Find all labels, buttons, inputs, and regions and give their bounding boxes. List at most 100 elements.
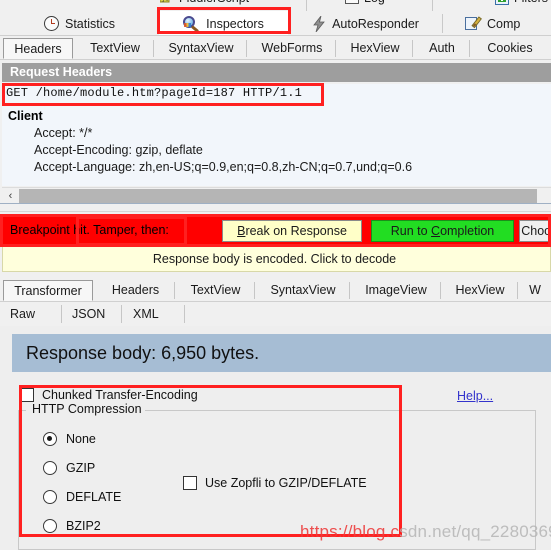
request-headers-list[interactable]: Client Accept: */* Accept-Encoding: gzip… [2,105,551,186]
tab-resp-headers[interactable]: Headers [96,280,175,301]
radio-icon[interactable] [43,519,57,533]
tab-req-cookies-label: Cookies [487,41,533,55]
tab-statistics[interactable]: Statistics [0,11,159,36]
tab-req-auth-label: Auth [429,41,455,55]
request-line-field[interactable]: GET /home/module.htm?pageId=187 HTTP/1.1 [2,84,551,105]
use-zopfli-label: Use Zopfli to GZIP/DEFLATE [205,476,367,490]
top-tab-log-label: Log [364,0,385,5]
filters-icon [495,0,509,5]
tab-inspectors[interactable]: Inspectors [159,11,288,36]
tab-resp-webview[interactable]: W [519,280,551,301]
tab-divider [121,305,122,323]
response-encoded-notice[interactable]: Response body is encoded. Click to decod… [2,246,551,272]
tab-resp-imageview[interactable]: ImageView [351,280,441,301]
request-headers-hscrollbar[interactable]: ‹ [2,187,551,203]
tab-statistics-label: Statistics [64,16,115,31]
scroll-left-arrow-icon[interactable]: ‹ [2,188,19,204]
js-script-icon: js [159,0,174,5]
tab-divider [432,0,433,11]
tab-req-cookies[interactable]: Cookies [471,38,549,59]
tab-req-headers-label: Headers [14,42,62,56]
tab-format-json-label: JSON [72,307,106,321]
tab-resp-syntaxview[interactable]: SyntaxView [256,280,350,301]
response-format-tabs: Raw JSON XML [0,302,551,326]
groupbox-border [18,410,26,411]
tab-resp-hexview[interactable]: HexView [442,280,518,301]
tab-req-textview[interactable]: TextView [76,38,154,59]
tab-divider [184,305,185,323]
tab-format-xml-label: XML [133,307,159,321]
tab-divider [153,40,154,57]
svg-text:js: js [162,0,170,3]
run-to-completion-button[interactable]: Run to Completion [371,220,514,242]
clock-icon [43,16,59,31]
tab-req-webforms[interactable]: WebForms [248,38,336,59]
tab-req-headers[interactable]: Headers [3,38,73,59]
help-link[interactable]: Help... [457,389,493,403]
choose-button[interactable]: Choose... [519,220,551,242]
radio-icon[interactable] [43,432,57,446]
tab-divider [246,40,247,57]
header-group-client: Client [8,109,43,123]
tab-resp-webview-label: W [529,283,541,297]
response-inspector-tabs: Transformer Headers TextView SyntaxView … [0,279,551,302]
tab-autoresponder[interactable]: AutoResponder [288,11,443,36]
tab-divider [517,282,518,299]
tab-req-textview-label: TextView [90,41,140,55]
tab-composer[interactable]: Comp [443,11,551,36]
tab-divider [174,282,175,299]
tab-resp-hexview-label: HexView [455,283,505,297]
tab-divider [61,305,62,323]
chunked-transfer-encoding-checkbox[interactable]: Chunked Transfer-Encoding [20,388,198,402]
radio-compression-deflate[interactable]: DEFLATE [43,490,121,504]
request-line-text: GET /home/module.htm?pageId=187 HTTP/1.1 [6,86,303,100]
top-tab-row: Statistics Inspectors AutoResponder Comp [0,11,551,36]
radio-compression-gzip-label: GZIP [66,461,96,475]
tab-req-syntaxview[interactable]: SyntaxView [155,38,247,59]
watermark-prefix: https://blog.c [300,522,400,541]
tab-resp-transformer[interactable]: Transformer [3,280,93,301]
tab-req-auth[interactable]: Auth [414,38,470,59]
radio-compression-none[interactable]: None [43,432,96,446]
tab-divider [254,282,255,299]
breakpoint-message: Breakpoint hit. Tamper, then: [10,223,169,237]
tab-resp-syntaxview-label: SyntaxView [270,283,336,297]
tab-format-raw[interactable]: Raw [10,305,62,323]
radio-compression-gzip[interactable]: GZIP [43,461,95,475]
watermark: https://blog.csdn.net/qq_22803691 [300,522,551,542]
tab-divider [412,40,413,57]
radio-icon[interactable] [43,490,57,504]
radio-icon[interactable] [43,461,57,475]
log-icon [345,0,359,4]
magnifier-icon [183,15,200,33]
tab-req-hexview[interactable]: HexView [337,38,413,59]
checkbox-icon[interactable] [20,388,34,402]
fiddler-window: js FiddlerScript Log Filters Statistics … [0,0,551,550]
groupbox-border [124,410,536,411]
tab-req-syntaxview-label: SyntaxView [168,41,234,55]
tab-divider [335,40,336,57]
header-item: Accept-Language: zh,en-US;q=0.9,en;q=0.8… [34,160,413,174]
tab-resp-textview[interactable]: TextView [176,280,255,301]
radio-compression-bzip2[interactable]: BZIP2 [43,519,101,533]
header-item: Accept-Encoding: gzip, deflate [34,143,203,157]
tab-format-xml[interactable]: XML [133,305,185,323]
tab-resp-transformer-label: Transformer [14,284,82,298]
panel-splitter[interactable] [0,203,551,212]
top-tab-filters-label: Filters [514,0,548,5]
tab-req-webforms-label: WebForms [261,41,323,55]
break-on-response-button[interactable]: Break on Response [222,220,362,242]
top-tab-filters[interactable]: Filters [495,0,548,5]
top-tab-fiddlerscript[interactable]: js FiddlerScript [159,0,249,5]
response-body-size-banner: Response body: 6,950 bytes. [12,334,551,372]
response-encoded-notice-label: Response body is encoded. Click to decod… [152,252,397,266]
top-tab-log[interactable]: Log [345,0,385,5]
scrollbar-thumb[interactable] [19,189,537,203]
tab-resp-headers-label: Headers [111,283,160,297]
tab-format-raw-label: Raw [10,307,36,321]
tab-resp-imageview-label: ImageView [365,283,427,297]
tab-format-json[interactable]: JSON [72,305,122,323]
checkbox-icon[interactable] [183,476,197,490]
tab-divider [306,0,307,11]
use-zopfli-checkbox[interactable]: Use Zopfli to GZIP/DEFLATE [183,476,367,490]
